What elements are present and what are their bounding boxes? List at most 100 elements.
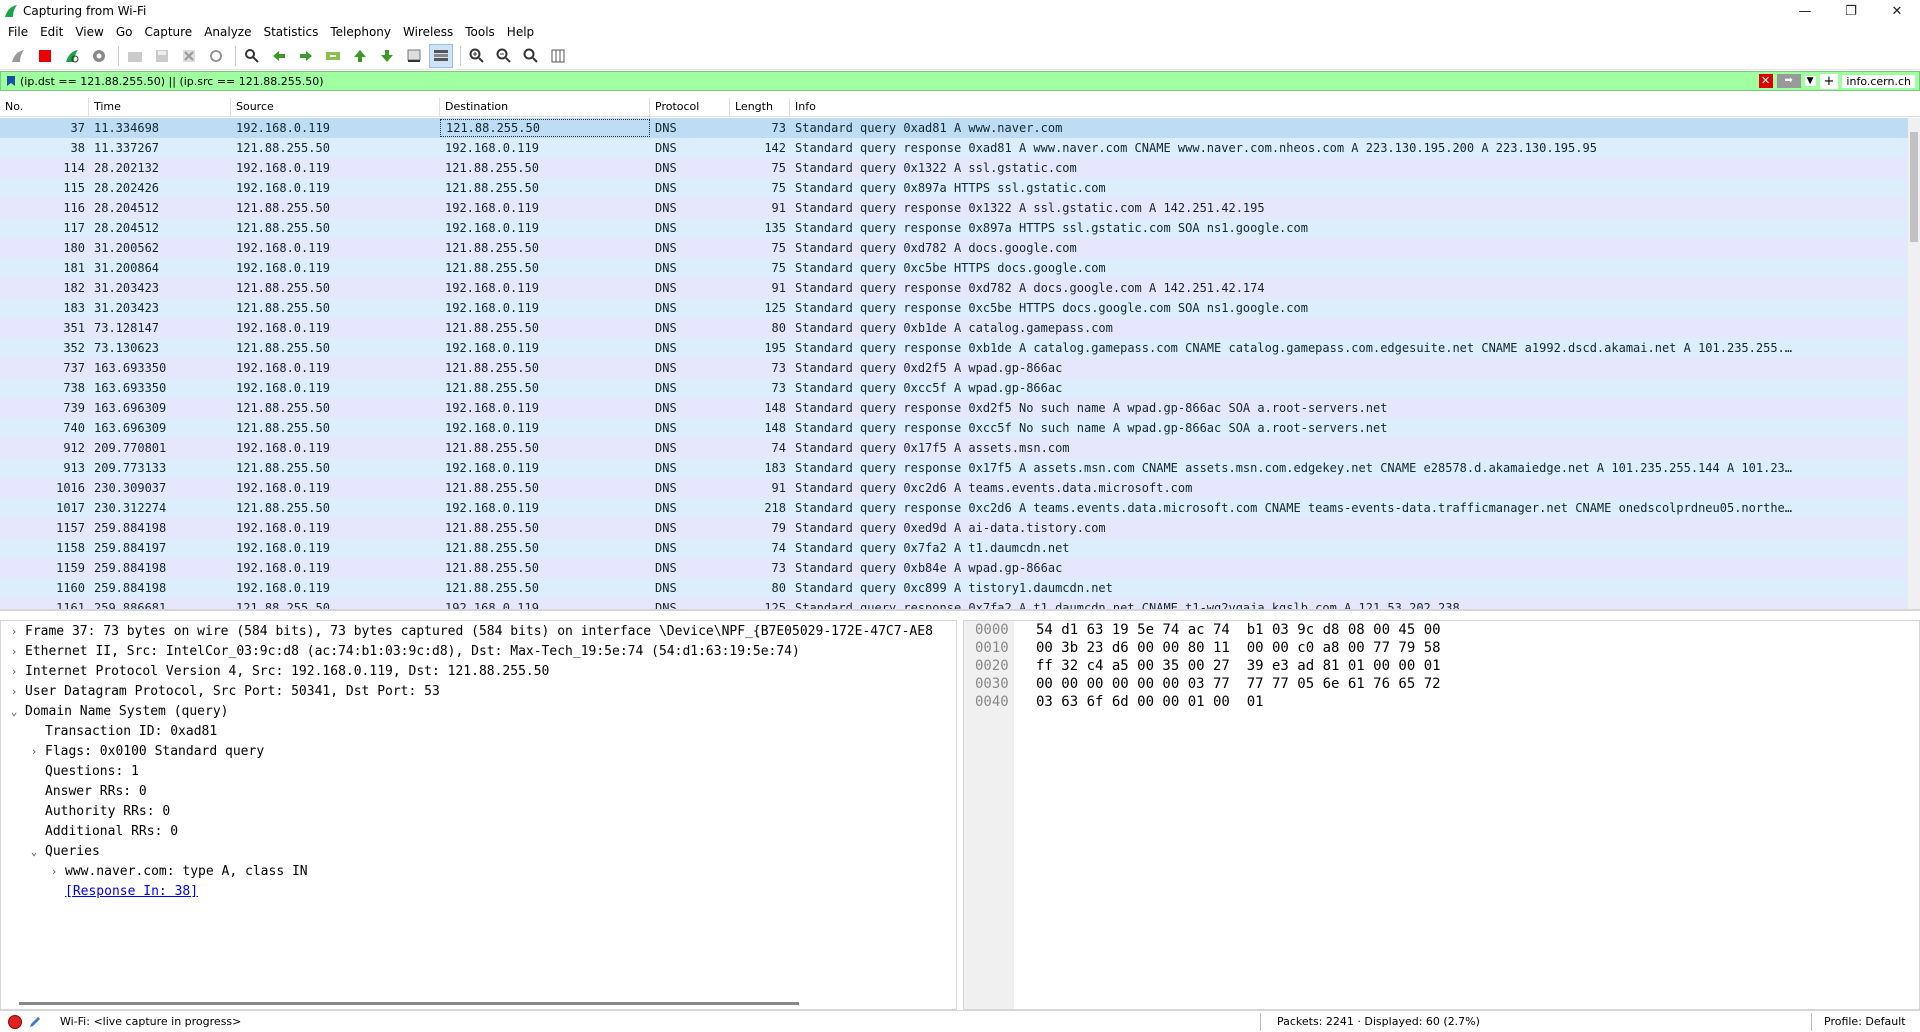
packet-row[interactable]: 1157 259.884198 192.168.0.119 121.88.255.50… [0, 518, 1908, 538]
find-packet-icon[interactable] [240, 44, 264, 68]
byte-hex-line[interactable]: 00 00 00 00 00 00 03 77 77 77 05 6e 61 7… [1036, 675, 1441, 693]
bytes-hex[interactable]: 54 d1 63 19 5e 74 ac 74 b1 03 9c d8 08 0… [1036, 621, 1441, 711]
column-no[interactable]: No. [0, 98, 89, 117]
packet-row[interactable]: 1158 259.884197 192.168.0.119 121.88.255.50… [0, 538, 1908, 558]
column-time[interactable]: Time [89, 98, 231, 117]
detail-tree-item[interactable]: › Ethernet II, Src: IntelCor_03:9c:d8 (ac… [1, 641, 956, 661]
scrollbar-thumb[interactable] [1910, 132, 1918, 242]
capture-options-icon[interactable] [87, 44, 111, 68]
byte-hex-line[interactable]: 54 d1 63 19 5e 74 ac 74 b1 03 9c d8 08 0… [1036, 621, 1441, 639]
filter-history-dropdown-icon[interactable]: ▼ [1804, 76, 1816, 86]
packet-row[interactable]: 117 28.204512 121.88.255.50 192.168.0.119 DN… [0, 218, 1908, 238]
menu-go[interactable]: Go [110, 25, 139, 39]
display-filter-input[interactable] [20, 72, 1759, 90]
minimize-button[interactable]: — [1782, 0, 1828, 22]
menu-view[interactable]: View [69, 25, 109, 39]
detail-tree-item[interactable]: ⌄ Queries [1, 841, 956, 861]
start-capture-icon[interactable] [6, 44, 30, 68]
expand-arrow-icon[interactable]: ⌄ [7, 705, 21, 718]
column-source[interactable]: Source [231, 98, 440, 117]
detail-tree-item[interactable]: [Response In: 38] [1, 881, 956, 901]
byte-hex-line[interactable]: 00 3b 23 d6 00 00 80 11 00 00 c0 a8 00 7… [1036, 639, 1441, 657]
packet-row[interactable]: 352 73.130623 121.88.255.50 192.168.0.119 DN… [0, 338, 1908, 358]
menu-statistics[interactable]: Statistics [257, 25, 324, 39]
zoom-in-icon[interactable] [465, 44, 489, 68]
packet-row[interactable]: 1159 259.884198 192.168.0.119 121.88.255.50… [0, 558, 1908, 578]
capture-comment-icon[interactable] [28, 1015, 44, 1029]
response-in-link[interactable]: [Response In: 38] [65, 884, 198, 899]
packet-row[interactable]: 912 209.770801 192.168.0.119 121.88.255.50 D… [0, 438, 1908, 458]
go-forward-icon[interactable] [294, 44, 318, 68]
packet-row[interactable]: 183 31.203423 121.88.255.50 192.168.0.119 DN… [0, 298, 1908, 318]
column-destination[interactable]: Destination [440, 98, 650, 117]
packet-list-scrollbar[interactable] [1908, 118, 1920, 609]
column-length[interactable]: Length [730, 98, 790, 117]
expand-arrow-icon[interactable]: ⌄ [27, 845, 41, 858]
expand-arrow-icon[interactable]: › [47, 865, 61, 878]
packet-row[interactable]: 1161 259.886681 121.88.255.50 192.168.0.119… [0, 598, 1908, 609]
apply-filter-icon[interactable]: ➡ [1776, 74, 1801, 88]
packet-row[interactable]: 1016 230.309037 192.168.0.119 121.88.255.50… [0, 478, 1908, 498]
packet-row[interactable]: 739 163.696309 121.88.255.50 192.168.0.119 D… [0, 398, 1908, 418]
zoom-normal-icon[interactable] [519, 44, 543, 68]
maximize-button[interactable]: ❐ [1828, 0, 1874, 22]
detail-tree-item[interactable]: › www.naver.com: type A, class IN [1, 861, 956, 881]
packet-row[interactable]: 737 163.693350 192.168.0.119 121.88.255.50 D… [0, 358, 1908, 378]
column-info[interactable]: Info [790, 98, 1920, 117]
detail-tree-item[interactable]: › Internet Protocol Version 4, Src: 192.1… [1, 661, 956, 681]
detail-tree-item[interactable]: › Frame 37: 73 bytes on wire (584 bits), … [1, 621, 956, 641]
expand-arrow-icon[interactable]: › [27, 745, 41, 758]
detail-tree-item[interactable]: Transaction ID: 0xad81 [1, 721, 956, 741]
packet-row[interactable]: 1017 230.312274 121.88.255.50 192.168.0.119… [0, 498, 1908, 518]
open-file-icon[interactable] [123, 44, 147, 68]
menu-telephony[interactable]: Telephony [324, 25, 397, 39]
menu-wireless[interactable]: Wireless [397, 25, 459, 39]
packet-row[interactable]: 116 28.204512 121.88.255.50 192.168.0.119 DN… [0, 198, 1908, 218]
menu-capture[interactable]: Capture [138, 25, 198, 39]
byte-hex-line[interactable]: 03 63 6f 6d 00 00 01 00 01 [1036, 693, 1441, 711]
menu-edit[interactable]: Edit [34, 25, 69, 39]
expand-arrow-icon[interactable]: › [7, 645, 21, 658]
reload-file-icon[interactable] [204, 44, 228, 68]
menu-help[interactable]: Help [501, 25, 540, 39]
byte-hex-line[interactable]: ff 32 c4 a5 00 35 00 27 39 e3 ad 81 01 0… [1036, 657, 1441, 675]
stop-capture-icon[interactable] [33, 44, 57, 68]
detail-tree-item[interactable]: Questions: 1 [1, 761, 956, 781]
packet-row[interactable]: 913 209.773133 121.88.255.50 192.168.0.119 D… [0, 458, 1908, 478]
detail-tree-item[interactable]: Additional RRs: 0 [1, 821, 956, 841]
go-back-icon[interactable] [267, 44, 291, 68]
detail-tree-item[interactable]: ⌄ Domain Name System (query) [1, 701, 956, 721]
expand-arrow-icon[interactable]: › [7, 665, 21, 678]
packet-row[interactable]: 181 31.200864 192.168.0.119 121.88.255.50 DN… [0, 258, 1908, 278]
detail-tree-item[interactable]: › User Datagram Protocol, Src Port: 50341… [1, 681, 956, 701]
packet-row[interactable]: 180 31.200562 192.168.0.119 121.88.255.50 DN… [0, 238, 1908, 258]
go-to-packet-icon[interactable] [321, 44, 345, 68]
zoom-out-icon[interactable] [492, 44, 516, 68]
packet-row[interactable]: 738 163.693350 192.168.0.119 121.88.255.50 D… [0, 378, 1908, 398]
filter-button-info-cern[interactable]: info.cern.ch [1842, 74, 1915, 88]
packet-row[interactable]: 37 11.334698 192.168.0.119 121.88.255.50 DNS… [0, 118, 1908, 138]
autoscroll-icon[interactable] [402, 44, 426, 68]
menu-file[interactable]: File [2, 25, 34, 39]
expand-arrow-icon[interactable]: › [7, 625, 21, 638]
save-file-icon[interactable] [150, 44, 174, 68]
detail-tree-item[interactable]: › Flags: 0x0100 Standard query [1, 741, 956, 761]
packet-row[interactable]: 351 73.128147 192.168.0.119 121.88.255.50 DN… [0, 318, 1908, 338]
restart-capture-icon[interactable] [60, 44, 84, 68]
menu-analyze[interactable]: Analyze [198, 25, 257, 39]
menu-tools[interactable]: Tools [459, 25, 501, 39]
close-button[interactable]: ✕ [1874, 0, 1920, 22]
details-horizontal-scrollbar[interactable] [19, 1002, 799, 1005]
status-profile[interactable]: Profile: Default [1812, 1015, 1906, 1028]
go-last-packet-icon[interactable] [375, 44, 399, 68]
go-first-packet-icon[interactable] [348, 44, 372, 68]
resize-columns-icon[interactable] [546, 44, 570, 68]
expand-arrow-icon[interactable]: › [7, 685, 21, 698]
colorize-icon[interactable] [429, 43, 453, 68]
detail-tree-item[interactable]: Authority RRs: 0 [1, 801, 956, 821]
add-filter-button-icon[interactable]: + [1819, 73, 1839, 89]
clear-filter-icon[interactable]: ✕ [1758, 74, 1773, 88]
packet-row[interactable]: 182 31.203423 121.88.255.50 192.168.0.119 DN… [0, 278, 1908, 298]
filter-bookmark-icon[interactable] [4, 74, 18, 88]
detail-tree-item[interactable]: Answer RRs: 0 [1, 781, 956, 801]
